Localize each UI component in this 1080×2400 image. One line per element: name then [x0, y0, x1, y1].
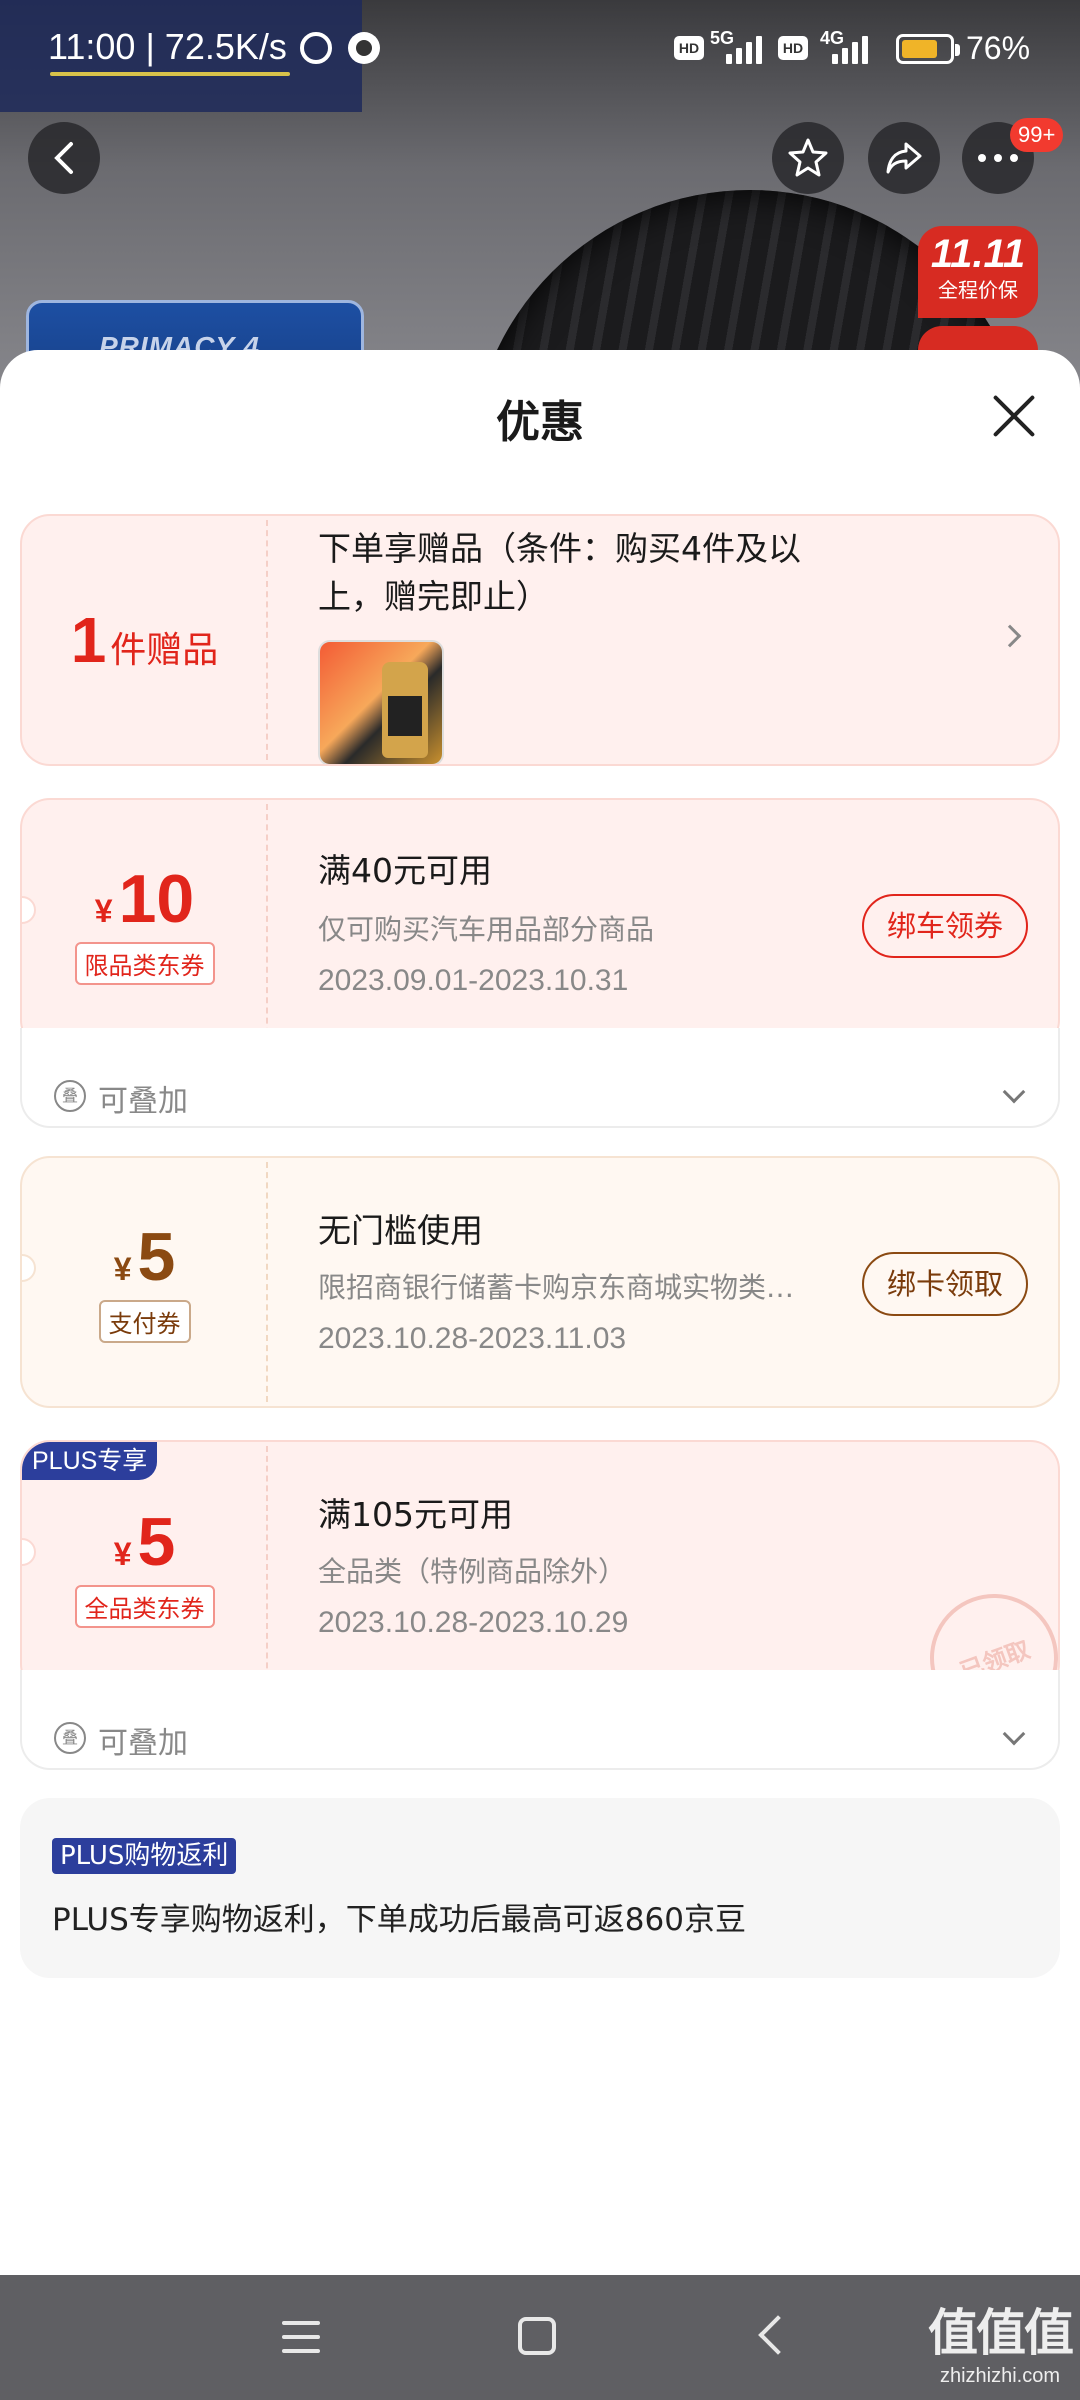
coupon-desc: 全品类（特例商品除外）: [318, 1555, 627, 1588]
battery-percent: 76%: [966, 30, 1031, 66]
coupon-type-tag: 限品类东券: [74, 941, 215, 985]
coupon-desc: 限招商银行储蓄卡购京东商城实物类…: [318, 1271, 795, 1304]
clock-text: 11:00: [48, 26, 136, 67]
currency-symbol: ¥: [94, 892, 113, 929]
gift-title-line2: 上，赠完即止）: [318, 577, 549, 616]
status-time: 11:00 | 72.5K/s: [48, 26, 290, 76]
coupon-card-3: PLUS专享 ¥5 全品类东券 满105元可用 全品类（特例商品除外） 2023…: [20, 1440, 1060, 1694]
gift-left: 1 件赠品: [22, 516, 267, 764]
gift-product-image[interactable]: [318, 640, 444, 764]
battery-fill: [902, 40, 937, 58]
coupon-amount: ¥5: [114, 1507, 176, 1577]
amount-number: 10: [118, 860, 195, 937]
discount-sheet: 优惠 1 件赠品 下单享赠品（条件：购买4件及以 上，赠完即止） ¥10 限品类东…: [0, 350, 1080, 2275]
system-nav-bar: 值值值 zhizhizhi.com: [0, 2275, 1080, 2400]
back-button[interactable]: [28, 122, 100, 194]
notification-badge: 99+: [1010, 118, 1064, 152]
close-button[interactable]: [990, 392, 1038, 440]
gift-count: 1 件赠品: [71, 603, 219, 677]
status-underline: [50, 72, 290, 76]
card-divider: [266, 804, 268, 1044]
status-bar: 11:00 | 72.5K/s HD 5G HD 4G 76%: [0, 0, 1080, 112]
gift-count-number: 1: [70, 604, 107, 676]
coupon-type-tag: 支付券: [98, 1299, 191, 1343]
star-icon: [788, 138, 828, 177]
gift-right: 下单享赠品（条件：购买4件及以 上，赠完即止）: [298, 516, 1058, 764]
share-button[interactable]: [868, 122, 940, 194]
coupon-card-1: ¥10 限品类东券 满40元可用 仅可购买汽车用品部分商品 2023.09.01…: [20, 798, 1060, 1050]
coupon-date: 2023.10.28-2023.10.29: [318, 1606, 629, 1639]
sheet-title: 优惠: [496, 397, 584, 448]
watermark: 值值值 zhizhizhi.com: [928, 2293, 1074, 2388]
separator: |: [145, 26, 165, 67]
stackable-row-1[interactable]: 叠 可叠加: [20, 1028, 1060, 1128]
alarm-icon: [300, 32, 332, 64]
coupon-type-tag: 全品类东券: [74, 1584, 215, 1628]
home-icon[interactable]: [518, 2317, 556, 2355]
currency-symbol: ¥: [113, 1250, 132, 1287]
back-icon: [54, 142, 73, 174]
coupon-value: ¥10 限品类东券: [22, 800, 267, 1048]
stackable-row-2[interactable]: 叠 可叠加: [20, 1670, 1060, 1770]
coupon-desc: 仅可购买汽车用品部分商品: [318, 913, 655, 946]
coupon-title: 满105元可用: [318, 1495, 513, 1534]
chevron-down-icon: [1002, 1722, 1026, 1746]
coupon-value: ¥5 全品类东券: [22, 1442, 267, 1692]
gift-unit: 件赠品: [110, 630, 219, 671]
stackable-label: 可叠加: [98, 1726, 188, 1761]
hd-icon: HD: [674, 36, 704, 60]
card-divider: [266, 1446, 268, 1688]
coupon-info: 无门槛使用 限招商银行储蓄卡购京东商城实物类… 2023.10.28-2023.…: [298, 1158, 1058, 1406]
network-speed: 72.5K/s: [164, 26, 287, 67]
coupon-card-2: ¥5 支付券 无门槛使用 限招商银行储蓄卡购京东商城实物类… 2023.10.2…: [20, 1156, 1060, 1408]
promo-sub: 全程价保: [938, 278, 1018, 302]
share-icon: [886, 142, 922, 174]
plus-rebate-tag: PLUS购物返利: [52, 1838, 237, 1874]
coupon-title: 满40元可用: [318, 851, 492, 890]
currency-symbol: ¥: [113, 1535, 132, 1572]
bind-card-claim-button[interactable]: 绑卡领取: [862, 1252, 1028, 1316]
menu-icon[interactable]: [282, 2321, 320, 2353]
coupon-amount: ¥10: [95, 864, 194, 934]
battery-icon: [896, 34, 960, 64]
hd-icon-2: HD: [778, 36, 808, 60]
coupon-value: ¥5 支付券: [22, 1158, 267, 1406]
chevron-down-icon: [1002, 1080, 1026, 1104]
signal-bars-icon-2: [832, 30, 874, 64]
card-divider: [266, 520, 268, 760]
bind-car-coupon-button[interactable]: 绑车领券: [862, 894, 1028, 958]
card-divider: [266, 1162, 268, 1402]
stack-icon: 叠: [54, 1722, 86, 1754]
favorite-button[interactable]: [772, 122, 844, 194]
amount-number: 5: [137, 1218, 176, 1295]
gift-card[interactable]: 1 件赠品 下单享赠品（条件：购买4件及以 上，赠完即止）: [20, 514, 1060, 766]
coupon-info: 满40元可用 仅可购买汽车用品部分商品 2023.09.01-2023.10.3…: [298, 800, 1058, 1048]
plus-rebate-text: PLUS专享购物返利，下单成功后最高可返860京豆: [52, 1902, 746, 1938]
promo-1111-badge[interactable]: 11.11 全程价保: [918, 226, 1038, 318]
plus-rebate-panel: PLUS购物返利 PLUS专享购物返利，下单成功后最高可返860京豆: [20, 1798, 1060, 1978]
more-icon: [978, 154, 1018, 162]
gift-title-line1: 下单享赠品（条件：购买4件及以: [318, 529, 801, 568]
signal-bars-icon: [726, 30, 768, 64]
coupon-date: 2023.09.01-2023.10.31: [318, 964, 629, 997]
stackable-label: 可叠加: [98, 1084, 188, 1119]
coupon-title: 无门槛使用: [318, 1211, 483, 1250]
stack-icon: 叠: [54, 1080, 86, 1112]
amount-number: 5: [137, 1503, 176, 1580]
watermark-url: zhizhizhi.com: [939, 2365, 1061, 2387]
coupon-amount: ¥5: [114, 1222, 176, 1292]
promo-title: 11.11: [930, 232, 1026, 276]
coupon-date: 2023.10.28-2023.11.03: [318, 1322, 627, 1355]
oil-bottle-label: [388, 696, 422, 736]
watermark-logo: 值值值: [928, 2304, 1074, 2362]
app-notification-icon: [348, 32, 380, 64]
back-nav-icon[interactable]: [758, 2315, 798, 2355]
